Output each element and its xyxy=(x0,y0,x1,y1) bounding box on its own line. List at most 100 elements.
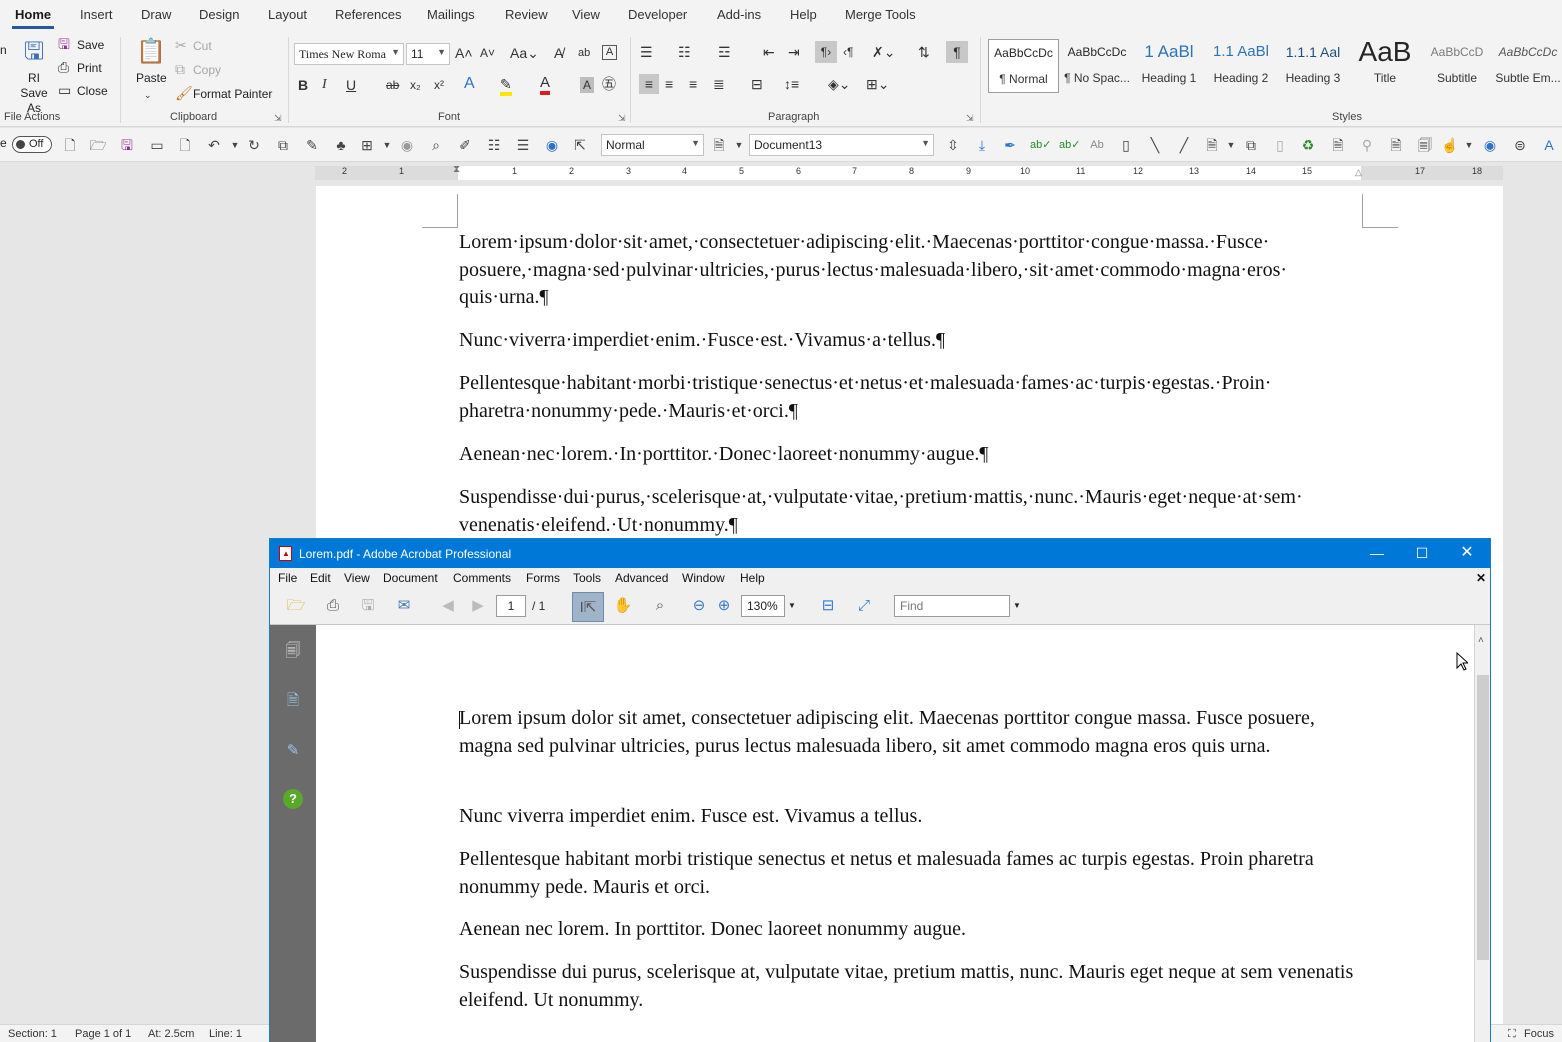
hand-tool-icon[interactable]: ✋ xyxy=(613,596,633,616)
export-icon[interactable]: ⇱ xyxy=(571,136,589,154)
find-input[interactable]: Find xyxy=(894,595,1010,617)
style-no-spacing[interactable]: AaBbCcDc ¶ No Spac... xyxy=(1062,39,1132,93)
right-indent-marker-icon[interactable]: △ xyxy=(1355,167,1362,178)
menu-view[interactable]: View xyxy=(344,571,370,585)
next-page-icon[interactable]: ▶ xyxy=(468,596,488,616)
ltr-icon[interactable]: ¶› xyxy=(815,41,837,63)
subscript-icon[interactable]: x₂ xyxy=(410,77,421,93)
font-size-combo[interactable]: 11 ▼ xyxy=(406,43,450,65)
decrease-indent-icon[interactable]: ⇤ xyxy=(763,44,775,60)
document-icon[interactable]: 🗎 xyxy=(710,136,728,154)
distributed-icon[interactable]: ⊟ xyxy=(751,76,763,92)
font-launcher-icon[interactable]: ⇲ xyxy=(618,113,626,124)
borders-icon[interactable]: ⊞⌄ xyxy=(866,76,889,92)
open-folder-icon[interactable]: 🗁 xyxy=(89,136,107,154)
grow-font-icon[interactable]: A˄ xyxy=(455,45,473,61)
copy-button[interactable]: Copy xyxy=(193,63,221,77)
document-paragraph[interactable]: Nunc·viverra·imperdiet·enim.·Fusce·est.·… xyxy=(459,327,1369,355)
style-heading-1[interactable]: 1 AaBl Heading 1 xyxy=(1134,39,1204,93)
doc-compare-icon[interactable]: 🗐 xyxy=(1416,136,1434,154)
folder-icon[interactable]: ▭ xyxy=(148,136,166,154)
character-shading-icon[interactable]: A xyxy=(580,77,594,93)
chevron-down-icon[interactable]: ▼ xyxy=(1460,136,1478,154)
maximize-button[interactable]: ☐ xyxy=(1407,543,1437,563)
search-icon[interactable]: ⌕ xyxy=(427,136,445,154)
menu-file[interactable]: File xyxy=(278,571,297,585)
save-button[interactable]: Save xyxy=(77,38,104,52)
signatures-icon[interactable]: ✎ xyxy=(283,741,303,761)
page-break-icon[interactable]: ▯ xyxy=(1271,136,1289,154)
pdf-paragraph[interactable]: Suspendisse dui purus, scelerisque at, v… xyxy=(459,959,1369,1014)
document-paragraph[interactable]: Suspendisse·dui·purus,·scelerisque·at,·v… xyxy=(459,484,1369,539)
undo-icon[interactable]: ↶ xyxy=(205,136,223,154)
paragraph-launcher-icon[interactable]: ⇲ xyxy=(966,113,974,124)
menu-forms[interactable]: Forms xyxy=(526,571,560,585)
print-icon[interactable]: ⎙ xyxy=(323,596,343,616)
new-document-icon[interactable]: 🗋 xyxy=(61,136,79,154)
doc-settings-icon[interactable]: 🗎 xyxy=(1329,136,1347,154)
touch-icon[interactable]: ☝ xyxy=(1441,136,1459,154)
tab-references[interactable]: References xyxy=(335,7,401,22)
previous-page-icon[interactable]: ◀ xyxy=(438,596,458,616)
circle-blue-icon[interactable]: ◉ xyxy=(1481,136,1499,154)
menu-tools[interactable]: Tools xyxy=(573,571,601,585)
sort-icon[interactable]: ⇅ xyxy=(918,44,930,60)
text-effects-icon[interactable]: A xyxy=(464,76,475,92)
save-as-button[interactable]: RI Save As xyxy=(14,71,54,116)
zoom-input[interactable]: 130% xyxy=(741,595,785,617)
circle-icon[interactable]: ◉ xyxy=(398,136,416,154)
tab-insert[interactable]: Insert xyxy=(80,7,113,22)
pdf-paragraph[interactable]: Nunc viverra imperdiet enim. Fusce est. … xyxy=(459,803,1369,831)
format-painter-button[interactable]: Format Painter xyxy=(193,87,272,101)
document-paragraph[interactable]: Pellentesque·habitant·morbi·tristique·se… xyxy=(459,370,1369,425)
redo-icon[interactable]: ↻ xyxy=(245,136,263,154)
text-effects-icon[interactable]: A xyxy=(1540,136,1558,154)
style-subtle-emphasis[interactable]: AaBbCcDc Subtle Em... xyxy=(1494,39,1562,93)
save-icon[interactable]: 🖫 xyxy=(118,136,136,154)
enclose-characters-icon[interactable]: ㊄ xyxy=(602,76,616,92)
tab-design[interactable]: Design xyxy=(199,7,239,22)
download-icon[interactable]: ⤓ xyxy=(973,136,991,154)
insert-object-icon[interactable]: 🗎 xyxy=(1203,136,1221,154)
status-line[interactable]: Line: 1 xyxy=(209,1028,242,1040)
grammar-check-icon[interactable]: ab✓ xyxy=(1059,136,1080,154)
page-width-icon[interactable]: ⇳ xyxy=(944,136,962,154)
doc-edit-icon[interactable]: 🗎 xyxy=(1387,136,1405,154)
chevron-down-icon[interactable]: ▼ xyxy=(1222,136,1240,154)
minimize-button[interactable]: — xyxy=(1362,543,1392,563)
multilevel-list-icon[interactable]: ☲ xyxy=(718,44,731,60)
style-heading-2[interactable]: 1.1 AaBl Heading 2 xyxy=(1206,39,1276,93)
increase-indent-icon[interactable]: ⇥ xyxy=(788,44,800,60)
spelling-icon[interactable]: ✐ xyxy=(456,136,474,154)
menu-document[interactable]: Document xyxy=(383,571,438,585)
align-left-icon[interactable]: ≡ xyxy=(639,74,659,94)
note-icon[interactable]: ▯ xyxy=(1117,136,1135,154)
italic-icon[interactable]: I xyxy=(322,77,327,93)
document-paragraph[interactable]: Aenean·nec·lorem.·In·porttitor.·Donec·la… xyxy=(459,441,1369,469)
strikethrough-icon[interactable]: ab xyxy=(386,77,399,93)
pdf-paragraph[interactable]: Pellentesque habitant morbi tristique se… xyxy=(459,846,1369,901)
tab-merge-tools[interactable]: Merge Tools xyxy=(845,7,916,22)
pages-icon[interactable]: 🗐 xyxy=(283,641,303,661)
tab-review[interactable]: Review xyxy=(505,7,548,22)
tab-help[interactable]: Help xyxy=(790,7,817,22)
justify-icon[interactable]: ≣ xyxy=(713,76,725,92)
close-button[interactable]: Close xyxy=(77,84,108,98)
font-name-combo[interactable]: Times New Roma ▼ xyxy=(294,43,404,65)
asian-layout-icon[interactable]: ✗⌄ xyxy=(872,44,895,60)
shrink-font-icon[interactable]: A˅ xyxy=(480,45,495,61)
outline-icon[interactable]: ☰ xyxy=(514,136,532,154)
fit-width-icon[interactable]: ⤢ xyxy=(854,596,874,616)
tab-layout[interactable]: Layout xyxy=(268,7,307,22)
spell-check-icon[interactable]: ab✓ xyxy=(1030,136,1051,154)
page-icon[interactable]: 🗋 xyxy=(176,136,194,154)
help-icon[interactable]: ? xyxy=(283,789,303,809)
menu-help[interactable]: Help xyxy=(740,571,765,585)
pdf-paragraph[interactable]: Aenean nec lorem. In porttitor. Donec la… xyxy=(459,916,1369,944)
focus-toggle[interactable]: Off xyxy=(12,136,52,153)
fit-page-icon[interactable]: ⊟ xyxy=(818,596,838,616)
zoom-in-icon[interactable]: ⊕ xyxy=(714,596,734,616)
table-icon[interactable]: ⊞ xyxy=(358,136,376,154)
edit-icon[interactable]: ✎ xyxy=(303,136,321,154)
page-number-input[interactable]: 1 xyxy=(496,595,526,617)
